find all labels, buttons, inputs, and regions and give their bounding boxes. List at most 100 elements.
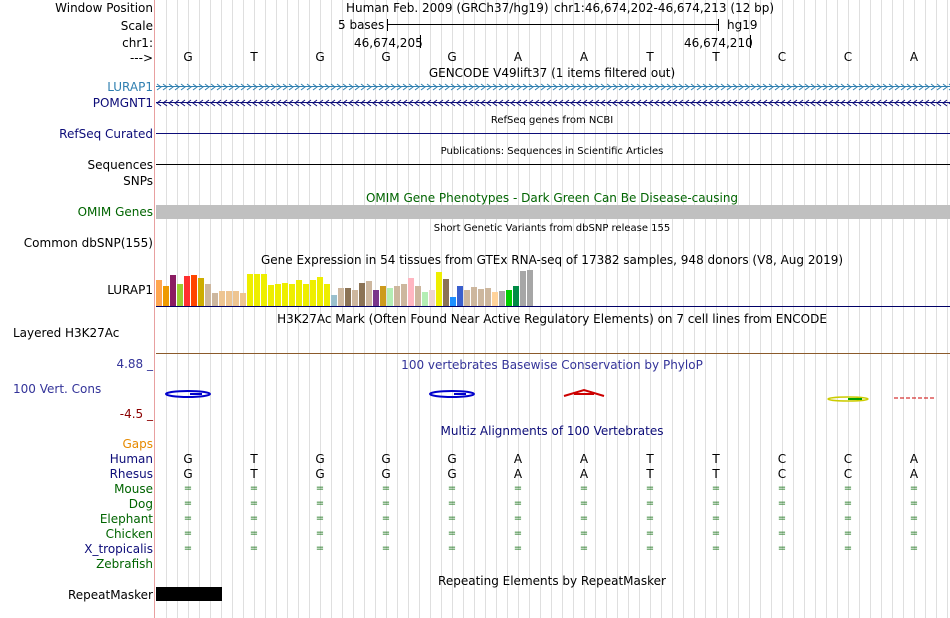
aligned-base: T (646, 452, 654, 466)
gtex-tissue-bar[interactable] (198, 278, 204, 306)
gtex-tissue-bar[interactable] (275, 284, 281, 306)
gtex-tissue-bar[interactable] (429, 290, 435, 306)
gtex-tissue-bar[interactable] (373, 290, 379, 306)
refseq-label[interactable]: RefSeq Curated (59, 127, 153, 141)
species-label-chicken[interactable]: Chicken (106, 527, 153, 541)
gtex-tissue-bar[interactable] (226, 291, 232, 306)
gtex-tissue-bar[interactable] (492, 292, 498, 306)
omim-gene-bar[interactable] (156, 205, 950, 219)
gtex-tissue-bar[interactable] (163, 286, 169, 306)
gtex-tissue-bar[interactable] (247, 274, 253, 306)
species-label-human[interactable]: Human (110, 452, 153, 466)
gtex-tissue-bar[interactable] (352, 290, 358, 306)
gtex-tissue-bar[interactable] (338, 288, 344, 306)
gtex-tissue-bar[interactable] (212, 293, 218, 306)
species-label-mouse[interactable]: Mouse (114, 482, 153, 496)
aligned-base: T (250, 467, 258, 481)
gtex-tissue-bar[interactable] (443, 279, 449, 306)
aligned-match: = (513, 528, 523, 539)
gtex-tissue-bar[interactable] (317, 277, 323, 306)
coord-left: 46,674,205 (354, 36, 423, 50)
gtex-tissue-bar[interactable] (233, 291, 239, 306)
gtex-tissue-bar[interactable] (401, 284, 407, 306)
aligned-match: = (645, 513, 655, 524)
gtex-tissue-bar[interactable] (184, 276, 190, 306)
species-label-dog[interactable]: Dog (129, 497, 153, 511)
gtex-tissue-bar[interactable] (450, 297, 456, 306)
gtex-tissue-bar[interactable] (436, 272, 442, 306)
aligned-match: = (645, 528, 655, 539)
omim-label[interactable]: OMIM Genes (78, 205, 153, 219)
species-label-zebrafish[interactable]: Zebrafish (96, 557, 153, 571)
gene-label-pomgnt1[interactable]: POMGNT1 (93, 96, 153, 110)
grid-line (529, 0, 530, 618)
gtex-tissue-bar[interactable] (478, 289, 484, 306)
base-letter: G (447, 50, 457, 64)
gtex-tissue-bar[interactable] (408, 278, 414, 306)
gtex-tissue-bar[interactable] (506, 290, 512, 306)
refseq-gene-line[interactable] (156, 133, 950, 134)
gtex-tissue-bar[interactable] (359, 283, 365, 306)
gtex-tissue-bar[interactable] (331, 295, 337, 306)
gtex-tissue-bar[interactable] (366, 281, 372, 306)
pomgnt1-gene-arrows[interactable] (156, 98, 950, 108)
gtex-tissue-bar[interactable] (457, 286, 463, 306)
gtex-tissue-bar[interactable] (254, 274, 260, 306)
aligned-match: = (315, 528, 325, 539)
aligned-base: A (909, 452, 919, 466)
gtex-tissue-bar[interactable] (527, 270, 533, 306)
gtex-tissue-bar[interactable] (219, 291, 225, 306)
aligned-match: = (249, 498, 259, 509)
gtex-label[interactable]: LURAP1 (107, 283, 153, 297)
publications-line[interactable] (156, 164, 950, 165)
grid-line (650, 0, 651, 618)
phylop-label[interactable]: 100 Vert. Cons (13, 382, 101, 396)
gtex-tissue-bar[interactable] (464, 290, 470, 306)
grid-line (848, 0, 849, 618)
gtex-tissue-bar[interactable] (380, 286, 386, 306)
genome-browser-image[interactable]: Window Position Scale chr1: ---> Human F… (0, 0, 950, 618)
gtex-tissue-bar[interactable] (324, 284, 330, 306)
gtex-tissue-bar[interactable] (240, 293, 246, 306)
gtex-tissue-bar[interactable] (520, 271, 526, 306)
lurap1-gene-arrows[interactable] (156, 82, 950, 92)
scale-text: 5 bases (338, 18, 385, 32)
publications-label[interactable]: Sequences (88, 158, 153, 172)
repeatmasker-element[interactable] (156, 587, 222, 601)
phylop-logo[interactable] (156, 385, 950, 405)
base-letter: T (250, 50, 258, 64)
gtex-tissue-bar[interactable] (268, 285, 274, 306)
gtex-tissue-bar[interactable] (485, 288, 491, 306)
aligned-match: = (909, 528, 919, 539)
gtex-tissue-bar[interactable] (394, 286, 400, 306)
gtex-tissue-bar[interactable] (422, 292, 428, 306)
species-label-xtropicalis[interactable]: X_tropicalis (84, 542, 153, 556)
h3k27ac-label[interactable]: Layered H3K27Ac (13, 326, 119, 340)
gtex-tissue-bar[interactable] (261, 274, 267, 306)
gtex-tissue-bar[interactable] (296, 280, 302, 306)
species-label-elephant[interactable]: Elephant (100, 512, 153, 526)
repeatmasker-label[interactable]: RepeatMasker (68, 588, 153, 602)
gtex-tissue-bar[interactable] (345, 288, 351, 306)
gtex-tissue-bar[interactable] (177, 284, 183, 306)
species-label-rhesus[interactable]: Rhesus (110, 467, 153, 481)
gtex-tissue-bar[interactable] (499, 291, 505, 306)
gtex-tissue-bar[interactable] (205, 284, 211, 306)
aligned-base: C (843, 452, 853, 466)
gtex-tissue-bar[interactable] (387, 288, 393, 306)
aligned-match: = (645, 483, 655, 494)
gtex-tissue-bar[interactable] (170, 275, 176, 306)
dbsnp-label[interactable]: Common dbSNP(155) (24, 236, 153, 250)
gtex-tissue-bar[interactable] (282, 283, 288, 306)
snps-label[interactable]: SNPs (123, 174, 153, 188)
gtex-tissue-bar[interactable] (191, 275, 197, 306)
gene-label-lurap1[interactable]: LURAP1 (107, 80, 153, 94)
gtex-tissue-bar[interactable] (289, 284, 295, 306)
gtex-tissue-bar[interactable] (303, 284, 309, 306)
gtex-expression-bars[interactable] (156, 270, 536, 306)
gtex-tissue-bar[interactable] (156, 280, 162, 306)
gtex-tissue-bar[interactable] (310, 280, 316, 306)
gtex-tissue-bar[interactable] (415, 286, 421, 306)
gtex-tissue-bar[interactable] (513, 286, 519, 306)
gtex-tissue-bar[interactable] (471, 287, 477, 306)
